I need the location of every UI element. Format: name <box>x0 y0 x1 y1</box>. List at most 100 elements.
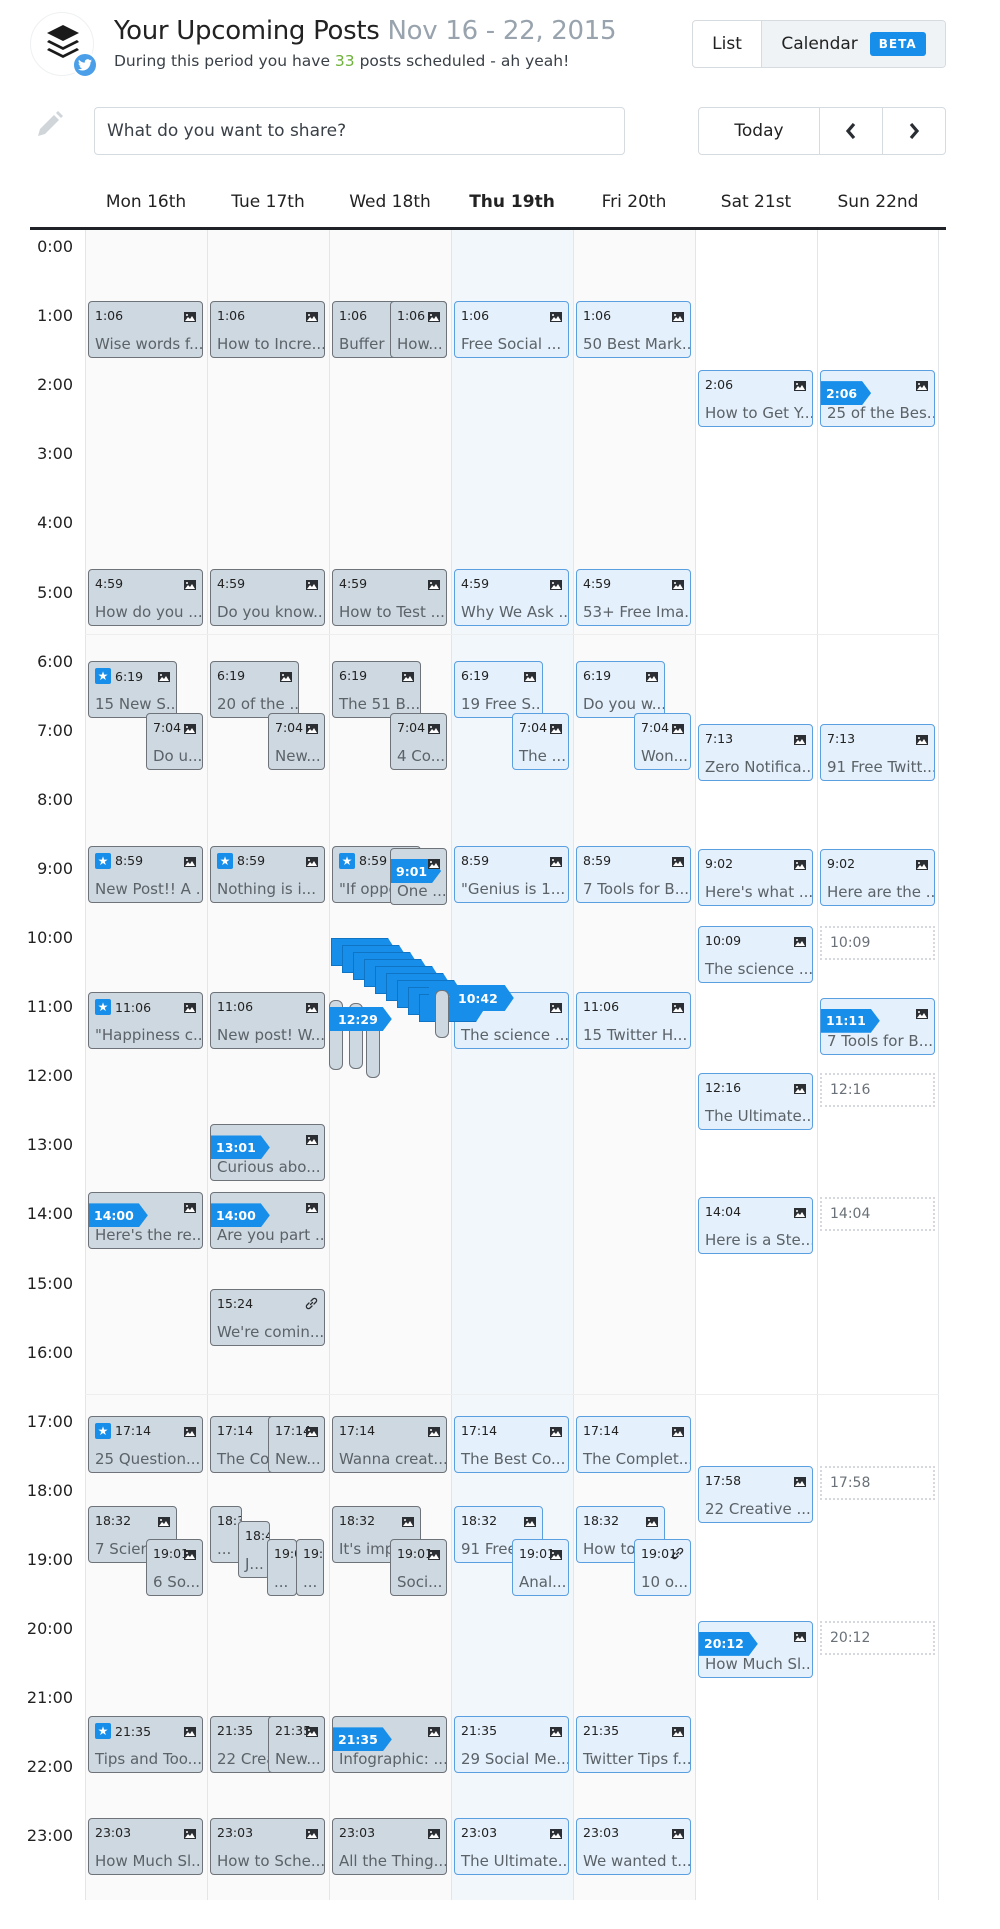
scheduled-post[interactable]: 4:59 Do you know... <box>210 569 325 627</box>
scheduled-post[interactable]: ★ 11:06 "Happiness c... <box>88 992 203 1049</box>
empty-time-slot[interactable]: 10:09 <box>820 926 935 961</box>
image-icon <box>672 998 684 1017</box>
scheduled-post[interactable]: 21:35 Infographic: ... <box>332 1716 447 1774</box>
hour-label: 0:00 <box>37 237 73 256</box>
scheduled-post[interactable]: 19:01 6 So... <box>146 1539 203 1597</box>
scheduled-post[interactable]: 14:00 Here's the re... <box>88 1192 203 1250</box>
post-time: 1:06 <box>95 308 124 323</box>
scheduled-post[interactable]: 21:35 29 Social Me... <box>454 1716 569 1774</box>
post-time-row: 6:19 <box>461 668 489 683</box>
scheduled-post[interactable]: 2:06 How to Get Y... <box>698 370 813 428</box>
scheduled-post[interactable]: 18:4 J... <box>238 1520 270 1578</box>
scheduled-post[interactable]: 4:59 Why We Ask ... <box>454 569 569 627</box>
post-text: Anal... <box>519 1573 567 1592</box>
scheduled-post[interactable]: 14:00 Are you part ... <box>210 1192 325 1250</box>
scheduled-post[interactable]: 12:16 The Ultimate... <box>698 1072 813 1130</box>
scheduled-post[interactable]: 1:06 Wise words f... <box>88 301 203 358</box>
scheduled-post[interactable]: 11:06 15 Twitter H... <box>576 992 691 1049</box>
scheduled-post[interactable]: 2:06 25 of the Bes... <box>820 370 935 428</box>
scheduled-post[interactable]: 10:09 The science ... <box>698 926 813 984</box>
scheduled-post[interactable]: 23:03 How Much Sl... <box>88 1817 203 1875</box>
scheduled-post[interactable]: ★ 21:35 Tips and Too... <box>88 1716 203 1774</box>
scheduled-post[interactable]: 8:59 "Genius is 1... <box>454 845 569 903</box>
scheduled-post[interactable]: 19:01 10 o... <box>634 1539 691 1597</box>
next-week-button[interactable] <box>883 108 945 154</box>
scheduled-post[interactable]: 11:11 7 Tools for B... <box>820 997 935 1055</box>
scheduled-post[interactable]: 4:59 53+ Free Ima... <box>576 569 691 627</box>
today-button[interactable]: Today <box>699 108 820 154</box>
scheduled-post[interactable]: 23:03 We wanted t... <box>576 1817 691 1875</box>
scheduled-post[interactable]: 7:13 Zero Notifica... <box>698 723 813 781</box>
scheduled-post[interactable]: 9:02 Here are the ... <box>820 849 935 907</box>
scheduled-post[interactable]: ★ 8:59 New Post!! A ... <box>88 845 203 903</box>
scheduled-post[interactable]: 7:04 New... <box>268 713 325 771</box>
post-time: 1:06 <box>461 308 490 323</box>
empty-time-slot[interactable]: 14:04 <box>820 1197 935 1231</box>
image-icon <box>402 667 414 686</box>
scheduled-post[interactable]: 6:19 20 of the ... <box>210 661 299 719</box>
scheduled-post[interactable]: 21:35 New... <box>268 1716 325 1774</box>
scheduled-post[interactable]: 7:04 Do u... <box>146 713 203 771</box>
star-icon: ★ <box>95 999 111 1015</box>
list-view-button[interactable]: List <box>693 21 762 67</box>
scheduled-post[interactable]: 17:58 22 Creative ... <box>698 1466 813 1524</box>
post-text: 7 Tools for B... <box>583 879 690 898</box>
scheduled-post[interactable]: 13:01 Curious abo... <box>210 1124 325 1182</box>
scheduled-post[interactable]: 1:06 How to Incre... <box>210 301 325 358</box>
day-column[interactable] <box>207 230 329 1900</box>
scheduled-post[interactable]: 17:14 The Complet... <box>576 1415 691 1473</box>
post-time: 7:04 <box>397 720 426 736</box>
post-time: 8:59 <box>237 853 266 869</box>
empty-time-slot[interactable]: 17:58 <box>820 1466 935 1501</box>
scheduled-post[interactable]: 23:03 The Ultimate... <box>454 1817 569 1875</box>
scheduled-post[interactable]: 7:04 Won... <box>634 713 691 771</box>
scheduled-post[interactable]: 1:06 Free Social ... <box>454 301 569 358</box>
scheduled-post[interactable]: 23:03 All the Thing... <box>332 1817 447 1875</box>
image-icon <box>646 667 658 686</box>
scheduled-post[interactable]: 7:04 4 Co... <box>390 713 447 771</box>
scheduled-post[interactable]: 4:59 How to Test ... <box>332 569 447 627</box>
scheduled-post[interactable]: 8:59 7 Tools for B... <box>576 845 691 903</box>
scheduled-post[interactable]: 17:14 New... <box>268 1415 325 1473</box>
scheduled-post[interactable]: 19:01 Anal... <box>512 1539 569 1597</box>
scheduled-post[interactable]: 23:03 How to Sche... <box>210 1817 325 1875</box>
post-text: 22 Crea <box>217 1750 276 1769</box>
post-time-row: 1:06 <box>397 308 425 323</box>
empty-time-slot[interactable]: 12:16 <box>820 1072 935 1107</box>
day-column[interactable] <box>451 230 573 1900</box>
scheduled-post[interactable]: ★ 17:14 25 Question... <box>88 1415 203 1473</box>
day-column[interactable] <box>85 230 207 1900</box>
post-time: 6:19 <box>339 668 368 684</box>
scheduled-post[interactable]: 19:0... <box>267 1539 297 1597</box>
scheduled-post[interactable]: 9:02 Here's what ... <box>698 849 813 907</box>
share-composer-input[interactable] <box>94 107 625 155</box>
scheduled-post[interactable]: 9:01 One ... <box>390 848 447 906</box>
scheduled-post[interactable]: 4:59 How do you ... <box>88 569 203 627</box>
scheduled-post[interactable]: 7:13 91 Free Twitt... <box>820 723 935 781</box>
scheduled-post[interactable]: 6:19 19 Free S... <box>454 661 543 719</box>
scheduled-post[interactable]: 1:06 How... <box>390 301 447 358</box>
scheduled-post[interactable]: 6:19 The 51 B... <box>332 661 421 719</box>
day-column[interactable] <box>329 230 451 1900</box>
post-time: 17:14 <box>115 1423 152 1439</box>
scheduled-post[interactable]: 7:04 The ... <box>512 713 569 771</box>
scheduled-post[interactable]: 6:19 Do you w... <box>576 661 665 719</box>
calendar-view-button[interactable]: Calendar BETA <box>762 21 945 67</box>
scheduled-post[interactable]: 17:14 Wanna creat... <box>332 1415 447 1473</box>
scheduled-post[interactable]: 11:06 New post! W... <box>210 992 325 1049</box>
scheduled-post[interactable]: 19:... <box>296 1539 324 1597</box>
scheduled-post[interactable]: 17:14 The Best Co... <box>454 1415 569 1473</box>
scheduled-post[interactable]: 21:35 Twitter Tips f... <box>576 1716 691 1774</box>
scheduled-post[interactable]: ★ 6:19 15 New S... <box>88 661 177 719</box>
scheduled-post[interactable]: ★ 8:59 Nothing is i... <box>210 845 325 903</box>
scheduled-post[interactable]: 19:01 Soci... <box>390 1539 447 1597</box>
scheduled-post[interactable]: 14:04 Here is a Ste... <box>698 1197 813 1254</box>
scheduled-post[interactable]: 1:06 50 Best Mark... <box>576 301 691 358</box>
previous-week-button[interactable] <box>820 108 883 154</box>
empty-time-slot[interactable]: 20:12 <box>820 1620 935 1655</box>
scheduled-post[interactable]: 15:24 We're comin... <box>210 1289 325 1347</box>
scheduled-post[interactable]: 20:12 How Much Sl... <box>698 1620 813 1678</box>
post-time-row: 7:04 <box>641 720 669 735</box>
post-time: 23:03 <box>461 1824 498 1840</box>
day-column[interactable] <box>573 230 695 1900</box>
